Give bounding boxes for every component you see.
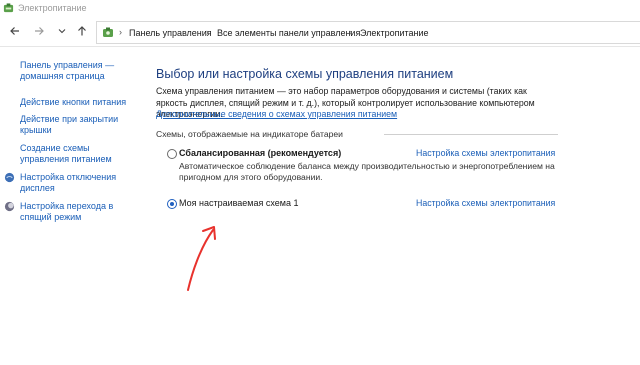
plan-item-custom: Моя настраиваемая схема 1 Настройка схем…: [167, 198, 559, 212]
page-title: Выбор или настройка схемы управления пит…: [156, 67, 454, 81]
plan-name-balanced[interactable]: Сбалансированная (рекомендуется): [179, 148, 341, 158]
display-off-icon: [4, 172, 15, 183]
forward-button[interactable]: [32, 25, 46, 39]
sleep-icon: [4, 201, 15, 212]
control-panel-icon: [103, 27, 113, 37]
plan-settings-link-balanced[interactable]: Настройка схемы электропитания: [416, 148, 555, 158]
plan-item-balanced: Сбалансированная (рекомендуется) Настрой…: [167, 148, 559, 188]
chevron-down-icon: [58, 29, 66, 34]
sidebar-item-sleep-settings[interactable]: Настройка перехода в спящий режим: [20, 201, 138, 223]
breadcrumb-separator: ›: [349, 27, 352, 37]
sidebar-item-display-off[interactable]: Настройка отключения дисплея: [20, 172, 138, 194]
arrow-right-icon: [35, 27, 44, 35]
back-button[interactable]: [8, 25, 22, 39]
plans-group-label: Схемы, отображаемые на индикаторе батаре…: [156, 129, 343, 139]
recent-locations-button[interactable]: [55, 25, 69, 39]
address-bar[interactable]: › Панель управления › Все элементы панел…: [96, 21, 640, 44]
arrow-up-icon: [78, 26, 86, 36]
breadcrumb-item-control-panel[interactable]: Панель управления: [129, 28, 212, 38]
plan-radio-custom[interactable]: [167, 199, 177, 209]
power-options-icon: [3, 3, 14, 13]
sidebar-item-power-button-action[interactable]: Действие кнопки питания: [20, 97, 138, 108]
plan-name-custom[interactable]: Моя настраиваемая схема 1: [179, 198, 298, 208]
breadcrumb-separator: ›: [119, 27, 122, 37]
plan-settings-link-custom[interactable]: Настройка схемы электропитания: [416, 198, 555, 208]
navigation-bar: › Панель управления › Все элементы панел…: [0, 17, 640, 47]
plan-description-balanced: Автоматическое соблюдение баланса между …: [179, 161, 555, 182]
breadcrumb-item-power-options[interactable]: Электропитание: [360, 28, 429, 38]
title-bar: Электропитание: [0, 0, 640, 17]
arrow-left-icon: [10, 27, 19, 35]
group-divider: [384, 134, 558, 135]
window-title: Электропитание: [18, 3, 87, 13]
breadcrumb-item-all-items[interactable]: Все элементы панели управления: [217, 28, 360, 38]
breadcrumb-separator: ›: [206, 27, 209, 37]
up-button[interactable]: [75, 25, 89, 39]
annotation-arrow: [187, 226, 216, 291]
sidebar-item-lid-close-action[interactable]: Действие при закрытии крышки: [20, 114, 138, 136]
plan-radio-balanced[interactable]: [167, 149, 177, 159]
more-info-link[interactable]: Дополнительные сведения о схемах управле…: [156, 109, 397, 119]
sidebar-item-control-panel-home[interactable]: Панель управления — домашняя страница: [20, 60, 138, 82]
sidebar-item-create-power-plan[interactable]: Создание схемы управления питанием: [20, 143, 138, 165]
